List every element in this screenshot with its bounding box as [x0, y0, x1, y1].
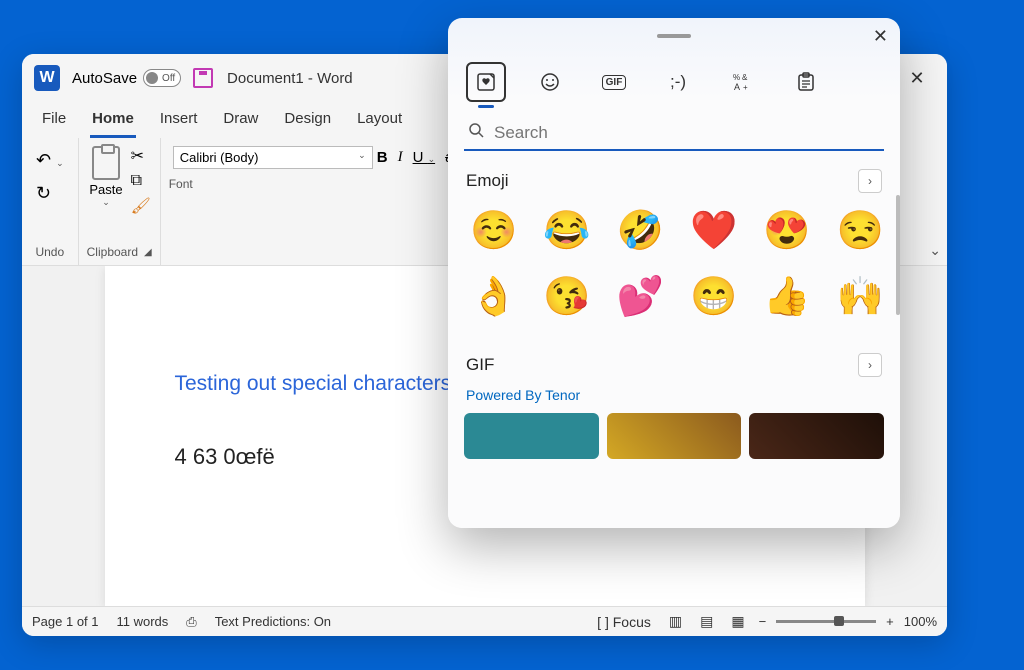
- emoji-smiling-blush[interactable]: ☺️: [470, 209, 517, 253]
- autosave-label: AutoSave: [72, 70, 137, 87]
- gif-row: [464, 413, 884, 459]
- tab-recent[interactable]: [466, 62, 506, 102]
- emoji-two-hearts[interactable]: 💕: [617, 275, 664, 319]
- svg-text:&: &: [742, 73, 748, 82]
- ribbon-group-undo: ↶ ⌄ ↻ Undo: [22, 138, 79, 265]
- emoji-search-input[interactable]: [494, 123, 880, 143]
- symbols-icon: %&A+: [732, 72, 752, 92]
- zoom-slider[interactable]: [776, 620, 876, 623]
- svg-text:+: +: [743, 83, 748, 92]
- tenor-attribution: Powered By Tenor: [464, 385, 884, 413]
- redo-button[interactable]: ↻: [30, 181, 70, 206]
- emoji-ok-hand[interactable]: 👌: [470, 275, 517, 319]
- status-bar: Page 1 of 1 11 words ⎙ Text Predictions:…: [22, 606, 947, 636]
- tab-symbols[interactable]: %&A+: [722, 62, 762, 102]
- tab-emoji[interactable]: [530, 62, 570, 102]
- emoji-panel-close-button[interactable]: ✕: [873, 26, 888, 47]
- tab-design[interactable]: Design: [282, 106, 333, 138]
- status-word-count[interactable]: 11 words: [117, 614, 169, 629]
- word-logo: W: [34, 65, 60, 91]
- emoji-joy-tears[interactable]: 😂: [543, 209, 590, 253]
- emoji-grid: ☺️ 😂 🤣 ❤️ 😍 😒 👌 😘 💕 😁 👍 🙌: [464, 201, 884, 335]
- save-icon[interactable]: [193, 68, 213, 88]
- undo-button[interactable]: ↶ ⌄: [30, 148, 70, 173]
- ribbon-group-clipboard: Paste ⌄ ✂ ⧉ 🖌 Clipboard ◢: [79, 138, 161, 265]
- emoji-unamused[interactable]: 😒: [837, 209, 884, 253]
- emoji-grin[interactable]: 😁: [690, 275, 737, 319]
- clipboard-icon: [92, 146, 120, 180]
- tab-clipboard-history[interactable]: [786, 62, 826, 102]
- print-layout-button[interactable]: ▤: [696, 611, 717, 632]
- emoji-section-expand[interactable]: ›: [858, 169, 882, 193]
- zoom-out-button[interactable]: −: [759, 614, 767, 629]
- read-mode-button[interactable]: ▥: [665, 611, 686, 632]
- web-layout-button[interactable]: ▦: [727, 611, 748, 632]
- gif-section-header: GIF: [466, 355, 494, 375]
- paste-button[interactable]: Paste ⌄: [87, 142, 124, 216]
- emoji-kissing-heart[interactable]: 😘: [543, 275, 590, 319]
- tab-kaomoji[interactable]: ;-): [658, 62, 698, 102]
- clipboard-dialog-launcher[interactable]: ◢: [144, 247, 152, 258]
- gif-thumbnail-1[interactable]: [464, 413, 599, 459]
- search-icon: [468, 122, 484, 143]
- focus-mode-button[interactable]: [ ] Focus: [593, 612, 655, 632]
- gif-section-expand[interactable]: ›: [858, 353, 882, 377]
- undo-group-label: Undo: [35, 241, 64, 265]
- document-title: Document1 - Word: [227, 70, 353, 87]
- svg-text:A: A: [734, 82, 740, 92]
- zoom-in-button[interactable]: +: [886, 614, 894, 629]
- ribbon-collapse-button[interactable]: ⌄: [929, 242, 941, 259]
- emoji-section-header: Emoji: [466, 171, 509, 191]
- format-painter-button[interactable]: 🖌: [131, 196, 151, 216]
- emoji-panel-body: Emoji › ☺️ 😂 🤣 ❤️ 😍 😒 👌 😘 💕 😁 👍 🙌 GIF › …: [448, 151, 900, 528]
- clipboard-group-label: Clipboard: [87, 245, 138, 259]
- zoom-level[interactable]: 100%: [904, 614, 937, 629]
- underline-button[interactable]: U ⌄: [413, 149, 436, 166]
- copy-button[interactable]: ⧉: [131, 172, 151, 190]
- status-page[interactable]: Page 1 of 1: [32, 614, 99, 629]
- status-predictions[interactable]: Text Predictions: On: [215, 614, 331, 629]
- emoji-rofl[interactable]: 🤣: [617, 209, 664, 253]
- gif-icon: GIF: [602, 75, 627, 90]
- bold-button[interactable]: B: [377, 149, 388, 166]
- emoji-red-heart[interactable]: ❤️: [690, 209, 737, 253]
- emoji-search-bar[interactable]: [464, 116, 884, 151]
- drag-handle[interactable]: [657, 34, 691, 38]
- emoji-heart-eyes[interactable]: 😍: [763, 209, 810, 253]
- emoji-panel-tabs: GIF ;-) %&A+: [448, 54, 900, 116]
- spellcheck-icon[interactable]: ⎙: [186, 614, 196, 630]
- emoji-panel: ✕ GIF ;-) %&A+ Emoji › ☺️ 😂 🤣: [448, 18, 900, 528]
- emoji-thumbs-up[interactable]: 👍: [763, 275, 810, 319]
- clipboard-icon: [797, 72, 815, 92]
- autosave-toggle[interactable]: Off: [143, 69, 181, 87]
- font-name-select[interactable]: Calibri (Body)⌄: [173, 146, 373, 169]
- scrollbar[interactable]: [896, 195, 900, 315]
- tab-draw[interactable]: Draw: [221, 106, 260, 138]
- gif-thumbnail-3[interactable]: [749, 413, 884, 459]
- font-group-label: Font: [169, 177, 193, 191]
- tab-layout[interactable]: Layout: [355, 106, 404, 138]
- tab-home[interactable]: Home: [90, 106, 136, 138]
- window-close-button[interactable]: ✕: [895, 56, 939, 100]
- italic-button[interactable]: I: [398, 149, 403, 166]
- smiley-icon: [540, 72, 560, 92]
- tab-gif[interactable]: GIF: [594, 62, 634, 102]
- emoji-raised-hands[interactable]: 🙌: [837, 275, 884, 319]
- gif-thumbnail-2[interactable]: [607, 413, 742, 459]
- sticker-heart-icon: [476, 72, 496, 92]
- cut-button[interactable]: ✂: [131, 146, 151, 166]
- tab-insert[interactable]: Insert: [158, 106, 200, 138]
- tab-file[interactable]: File: [40, 106, 68, 138]
- svg-text:%: %: [733, 73, 740, 82]
